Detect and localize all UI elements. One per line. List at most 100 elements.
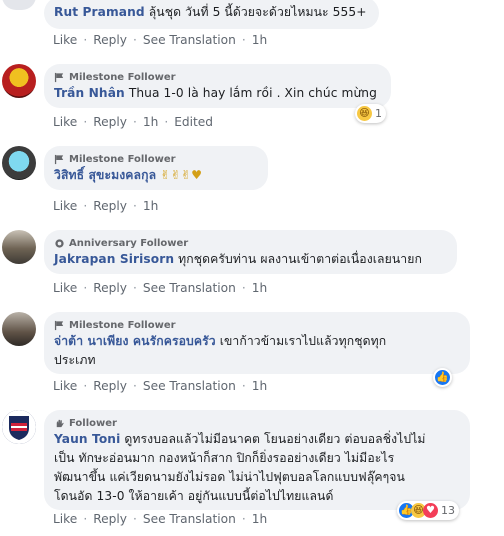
like-link[interactable]: Like <box>53 512 77 526</box>
comment-bubble: Milestone Follower จ่าต้า นาเพียง คนรักค… <box>44 312 470 374</box>
avatar[interactable] <box>2 230 36 264</box>
badge-label: Anniversary Follower <box>69 237 189 249</box>
follower-badge: Milestone Follower <box>54 318 458 332</box>
like-link[interactable]: Like <box>53 33 77 47</box>
team-logo-icon <box>2 410 36 444</box>
timestamp[interactable]: 1h <box>143 115 158 129</box>
see-translation-link[interactable]: See Translation <box>143 512 236 526</box>
avatar[interactable] <box>2 64 36 98</box>
comment-text-line: Jakrapan Sirisorn ทุกชุดครับท่าน ผลงานเข้… <box>54 250 445 269</box>
separator: · <box>132 379 137 393</box>
comment-text-line: เป็น ทักษะอ่อนมาก กองหน้าก็สาก ปิกก็ยิ่ง… <box>54 449 458 468</box>
reaction-summary[interactable]: 😆 1 <box>355 104 386 123</box>
comment-bubble: Milestone Follower วิสิทธิ์ สุขะมงคลกุล ✌… <box>44 146 268 190</box>
like-link[interactable]: Like <box>53 115 77 129</box>
reply-link[interactable]: Reply <box>93 512 127 526</box>
like-reaction-icon: 👍 <box>435 370 450 385</box>
comment-text-line: Yaun Toni ดูทรงบอลแล้วไม่มีอนาคต โยนอย่าง… <box>54 430 458 449</box>
separator: · <box>132 199 137 213</box>
commenter-name[interactable]: Yaun Toni <box>54 432 120 446</box>
avatar[interactable] <box>2 0 36 10</box>
comment-text: ทุกชุดครับท่าน ผลงานเข้าตาต่อเนื่องเลยนา… <box>178 252 422 266</box>
badge-label: Milestone Follower <box>69 71 176 83</box>
comment-text: ดูทรงบอลแล้วไม่มีอนาคต โยนอย่างเดียว ต่อ… <box>124 432 426 446</box>
comment-bubble: Follower Yaun Toni ดูทรงบอลแล้วไม่มีอนาคต… <box>44 410 470 510</box>
flag-icon <box>54 154 64 164</box>
flag-icon <box>54 72 64 82</box>
comment-bubble: Milestone Follower Trần Nhân Thua 1-0 là … <box>44 64 391 108</box>
flag-icon <box>54 320 64 330</box>
timestamp[interactable]: 1h <box>252 281 267 295</box>
separator: · <box>132 512 137 526</box>
haha-reaction-icon: 😆 <box>357 106 372 121</box>
comment-text-line: ประเภท <box>54 351 458 370</box>
commenter-name[interactable]: วิสิทธิ์ สุขะมงคลกุล <box>54 168 156 182</box>
reaction-summary[interactable]: 👍 <box>433 368 452 387</box>
avatar[interactable] <box>2 410 36 444</box>
comment-text: พัฒนาขึ้น แค่เวียดนามยังไม่รอด ไม่น่าไปฟ… <box>54 470 405 484</box>
reaction-summary[interactable]: 👍 😆 ♥ 13 <box>397 501 459 520</box>
edited-label: Edited <box>174 115 214 129</box>
separator: · <box>241 281 246 295</box>
reply-link[interactable]: Reply <box>93 379 127 393</box>
comment-text-line: จ่าต้า นาเพียง คนรักครอบครัว เขาก้าวข้ามเ… <box>54 332 458 351</box>
avatar[interactable] <box>2 312 36 346</box>
comment-text: ✌✌✌♥ <box>160 168 203 182</box>
reply-link[interactable]: Reply <box>93 115 127 129</box>
like-link[interactable]: Like <box>53 281 77 295</box>
comment-actions: Like · Reply · See Translation · 1h <box>53 379 267 393</box>
separator: · <box>132 115 137 129</box>
separator: · <box>83 379 88 393</box>
comment-bubble: Anniversary Follower Jakrapan Sirisorn ทุ… <box>44 230 457 274</box>
separator: · <box>132 281 137 295</box>
comment-actions: Like · Reply · See Translation · 1h <box>53 512 267 526</box>
comment-text-line: Trần Nhân Thua 1-0 là hay lắm rồi . Xin c… <box>54 84 379 103</box>
reaction-count: 13 <box>441 504 455 517</box>
comment-text: เป็น ทักษะอ่อนมาก กองหน้าก็สาก ปิกก็ยิ่ง… <box>54 451 395 465</box>
comment-actions: Like · Reply · See Translation · 1h <box>53 33 267 47</box>
comment-text: ประเภท <box>54 353 96 367</box>
timestamp[interactable]: 1h <box>252 379 267 393</box>
comment-actions: Like · Reply · See Translation · 1h <box>53 281 267 295</box>
follower-badge: Follower <box>54 416 458 430</box>
separator: · <box>132 33 137 47</box>
comment-text-line: Rut Pramand ลุ้นชุด วันที่ 5 นี้ด้วยจะด้ว… <box>54 3 367 22</box>
anniversary-icon <box>55 238 64 248</box>
reply-link[interactable]: Reply <box>93 199 127 213</box>
separator: · <box>241 33 246 47</box>
wave-hand-icon <box>56 419 64 427</box>
follower-badge: Milestone Follower <box>54 70 379 84</box>
see-translation-link[interactable]: See Translation <box>143 379 236 393</box>
comment-bubble: Rut Pramand ลุ้นชุด วันที่ 5 นี้ด้วยจะด้ว… <box>44 0 379 29</box>
timestamp[interactable]: 1h <box>143 199 158 213</box>
separator: · <box>83 115 88 129</box>
commenter-name[interactable]: Trần Nhân <box>54 86 125 100</box>
follower-badge: Milestone Follower <box>54 152 256 166</box>
comment-text: โดนอัด 13-0 ให้อายเค้า อยู่กันแบบนี้ต่อไ… <box>54 489 334 503</box>
timestamp[interactable]: 1h <box>252 512 267 526</box>
separator: · <box>83 33 88 47</box>
separator: · <box>241 512 246 526</box>
reply-link[interactable]: Reply <box>93 33 127 47</box>
timestamp[interactable]: 1h <box>252 33 267 47</box>
separator: · <box>241 379 246 393</box>
commenter-name[interactable]: จ่าต้า นาเพียง คนรักครอบครัว <box>54 334 216 348</box>
avatar[interactable] <box>2 146 36 180</box>
reply-link[interactable]: Reply <box>93 281 127 295</box>
like-link[interactable]: Like <box>53 199 77 213</box>
see-translation-link[interactable]: See Translation <box>143 281 236 295</box>
comment-text: Thua 1-0 là hay lắm rồi . Xin chúc mừng <box>128 86 377 100</box>
commenter-name[interactable]: Rut Pramand <box>54 5 145 19</box>
comment-text: ลุ้นชุด วันที่ 5 นี้ด้วยจะด้วยไหมนะ 555+ <box>148 5 367 19</box>
see-translation-link[interactable]: See Translation <box>143 33 236 47</box>
comment-text-line: โดนอัด 13-0 ให้อายเค้า อยู่กันแบบนี้ต่อไ… <box>54 487 458 506</box>
separator: · <box>83 199 88 213</box>
like-link[interactable]: Like <box>53 379 77 393</box>
comment-actions: Like · Reply · 1h · Edited <box>53 115 213 129</box>
commenter-name[interactable]: Jakrapan Sirisorn <box>54 252 174 266</box>
separator: · <box>164 115 169 129</box>
separator: · <box>83 512 88 526</box>
love-reaction-icon: ♥ <box>423 503 438 518</box>
badge-label: Milestone Follower <box>69 153 176 165</box>
comment-text-line: พัฒนาขึ้น แค่เวียดนามยังไม่รอด ไม่น่าไปฟ… <box>54 468 458 487</box>
